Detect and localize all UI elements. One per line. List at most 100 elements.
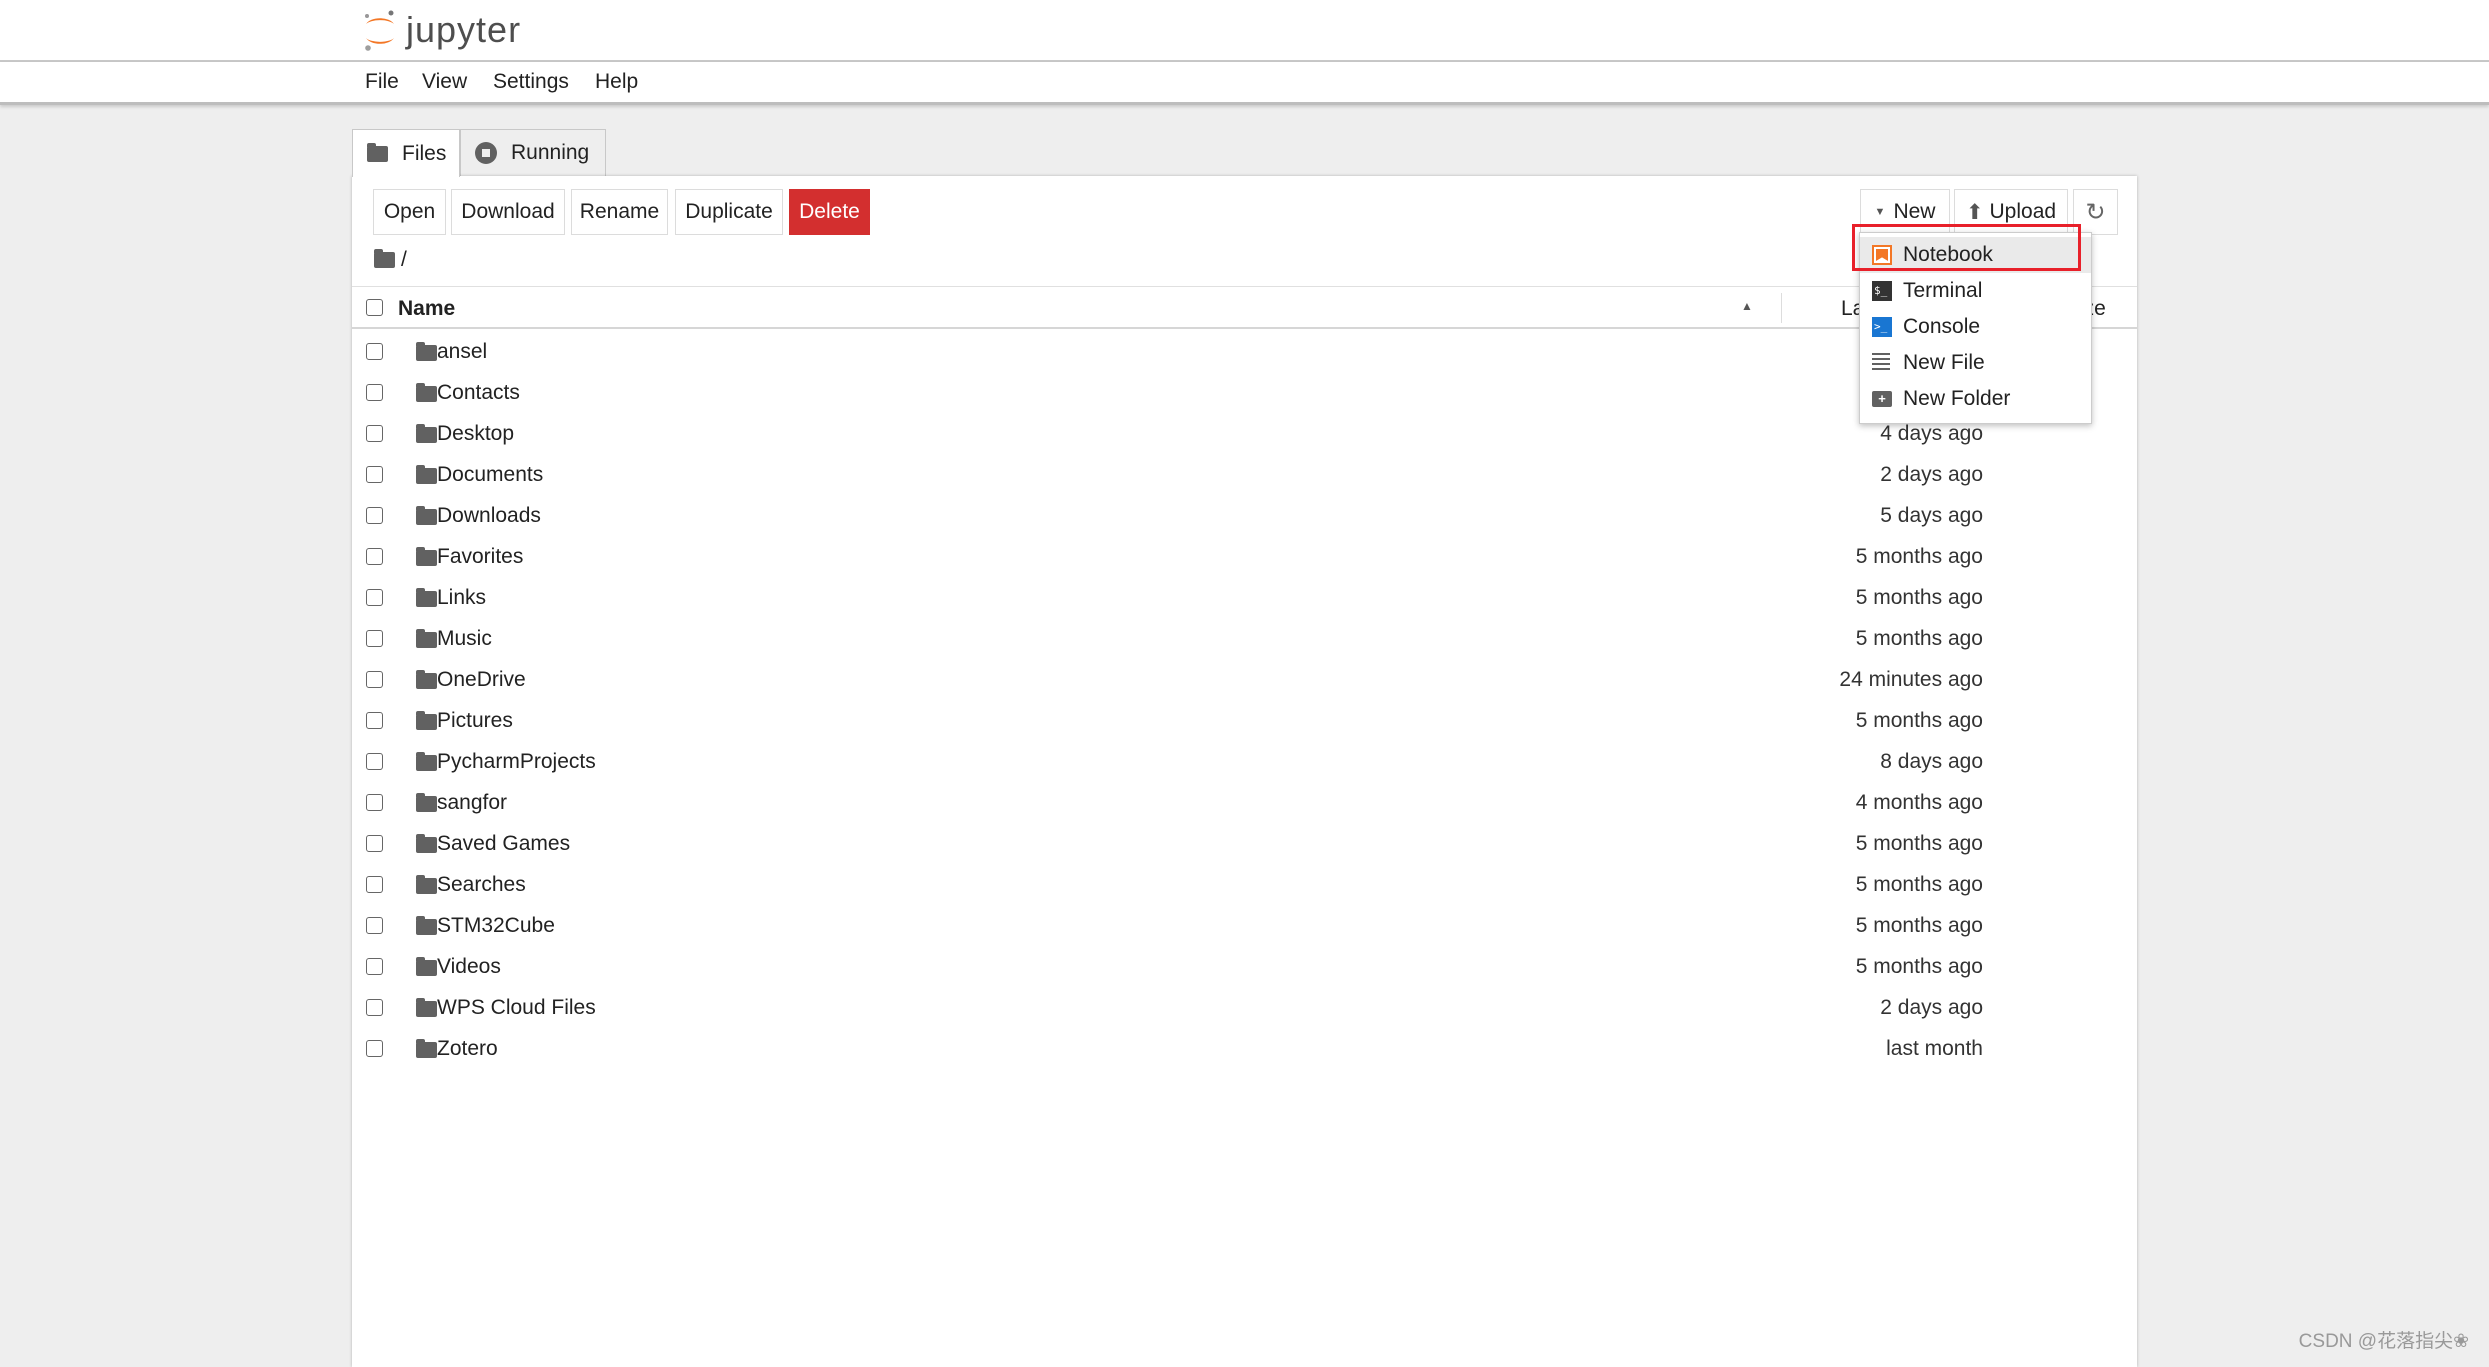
logo-text: jupyter: [406, 9, 522, 50]
file-modified: 5 days ago: [1880, 504, 1983, 527]
file-row[interactable]: STM32Cube 5 months ago: [352, 905, 2137, 946]
file-row[interactable]: Pictures 5 months ago: [352, 700, 2137, 741]
file-row[interactable]: Downloads 5 days ago: [352, 495, 2137, 536]
row-checkbox[interactable]: [366, 712, 383, 729]
file-name[interactable]: Links: [437, 586, 486, 610]
file-row[interactable]: Favorites 5 months ago: [352, 536, 2137, 577]
refresh-icon: ↻: [2085, 198, 2106, 226]
file-name[interactable]: sangfor: [437, 791, 507, 815]
file-name[interactable]: ansel: [437, 340, 487, 364]
menu-view[interactable]: View: [422, 70, 467, 94]
rename-button[interactable]: Rename: [571, 189, 668, 235]
tab-files[interactable]: Files: [352, 129, 460, 177]
row-checkbox[interactable]: [366, 507, 383, 524]
sort-ascending-icon[interactable]: ▲: [1741, 299, 1753, 313]
file-modified: 2 days ago: [1880, 463, 1983, 486]
file-name[interactable]: OneDrive: [437, 668, 526, 692]
file-row[interactable]: WPS Cloud Files 2 days ago: [352, 987, 2137, 1028]
file-modified: 5 months ago: [1855, 873, 1983, 896]
folder-icon[interactable]: [374, 249, 395, 268]
file-name[interactable]: Contacts: [437, 381, 520, 405]
file-row[interactable]: Music 5 months ago: [352, 618, 2137, 659]
file-name[interactable]: Downloads: [437, 504, 541, 528]
file-name[interactable]: Music: [437, 627, 492, 651]
new-file-item[interactable]: New File: [1860, 345, 2091, 381]
file-name[interactable]: STM32Cube: [437, 914, 555, 938]
row-checkbox[interactable]: [366, 876, 383, 893]
new-terminal-item[interactable]: $_ Terminal: [1860, 273, 2091, 309]
row-checkbox[interactable]: [366, 630, 383, 647]
row-checkbox[interactable]: [366, 753, 383, 770]
row-checkbox[interactable]: [366, 835, 383, 852]
menu-file[interactable]: File: [365, 70, 399, 94]
file-name[interactable]: WPS Cloud Files: [437, 996, 596, 1020]
folder-icon: [416, 506, 437, 525]
tab-running[interactable]: Running: [460, 129, 606, 176]
file-name[interactable]: Saved Games: [437, 832, 570, 856]
menu-item-label: New Folder: [1903, 387, 2011, 410]
file-name[interactable]: Searches: [437, 873, 526, 897]
menu-item-label: Terminal: [1903, 279, 1983, 302]
file-row[interactable]: OneDrive 24 minutes ago: [352, 659, 2137, 700]
folder-icon: [416, 465, 437, 484]
folder-icon: [416, 588, 437, 607]
folder-icon: [416, 793, 437, 812]
file-row[interactable]: Links 5 months ago: [352, 577, 2137, 618]
file-name[interactable]: Favorites: [437, 545, 523, 569]
folder-icon: [416, 342, 437, 361]
row-checkbox[interactable]: [366, 425, 383, 442]
breadcrumb: /: [374, 248, 407, 272]
row-checkbox[interactable]: [366, 794, 383, 811]
file-modified: 5 months ago: [1855, 586, 1983, 609]
row-checkbox[interactable]: [366, 466, 383, 483]
delete-button[interactable]: Delete: [789, 189, 870, 235]
row-checkbox[interactable]: [366, 384, 383, 401]
file-row[interactable]: sangfor 4 months ago: [352, 782, 2137, 823]
new-folder-item[interactable]: + New Folder: [1860, 381, 2091, 417]
row-checkbox[interactable]: [366, 548, 383, 565]
file-row[interactable]: Zotero last month: [352, 1028, 2137, 1069]
duplicate-button[interactable]: Duplicate: [675, 189, 783, 235]
file-name[interactable]: Videos: [437, 955, 501, 979]
file-modified: 5 months ago: [1855, 545, 1983, 568]
file-name[interactable]: Pictures: [437, 709, 513, 733]
caret-down-icon: ▼: [1874, 206, 1886, 218]
jupyter-logo[interactable]: jupyter: [362, 8, 521, 52]
column-name[interactable]: Name: [398, 297, 455, 321]
new-folder-icon: +: [1872, 391, 1892, 407]
row-checkbox[interactable]: [366, 671, 383, 688]
file-name[interactable]: Documents: [437, 463, 543, 487]
watermark: CSDN @花落指尖❀: [2298, 1331, 2469, 1352]
file-name[interactable]: PycharmProjects: [437, 750, 596, 774]
file-row[interactable]: Videos 5 months ago: [352, 946, 2137, 987]
file-row[interactable]: PycharmProjects 8 days ago: [352, 741, 2137, 782]
column-divider: [1781, 293, 1782, 323]
row-checkbox[interactable]: [366, 999, 383, 1016]
file-row[interactable]: Saved Games 5 months ago: [352, 823, 2137, 864]
download-button[interactable]: Download: [451, 189, 565, 235]
file-modified: 24 minutes ago: [1839, 668, 1983, 691]
menu-help[interactable]: Help: [595, 70, 638, 94]
breadcrumb-root[interactable]: /: [401, 248, 407, 272]
jupyter-logo-icon: [365, 10, 394, 51]
menu-settings[interactable]: Settings: [493, 70, 569, 94]
file-name[interactable]: Desktop: [437, 422, 514, 446]
file-row[interactable]: Searches 5 months ago: [352, 864, 2137, 905]
file-name[interactable]: Zotero: [437, 1037, 498, 1061]
folder-icon: [416, 424, 437, 443]
select-all-checkbox[interactable]: [366, 299, 383, 316]
file-row[interactable]: Documents 2 days ago: [352, 454, 2137, 495]
folder-icon: [416, 957, 437, 976]
row-checkbox[interactable]: [366, 343, 383, 360]
menu-bar: File View Settings Help: [0, 62, 2489, 105]
folder-icon: [367, 142, 388, 162]
row-checkbox[interactable]: [366, 917, 383, 934]
row-checkbox[interactable]: [366, 589, 383, 606]
folder-icon: [416, 752, 437, 771]
stop-circle-icon: [475, 142, 497, 164]
new-console-item[interactable]: >_ Console: [1860, 309, 2091, 345]
row-checkbox[interactable]: [366, 958, 383, 975]
file-modified: 5 months ago: [1855, 832, 1983, 855]
open-button[interactable]: Open: [373, 189, 446, 235]
row-checkbox[interactable]: [366, 1040, 383, 1057]
